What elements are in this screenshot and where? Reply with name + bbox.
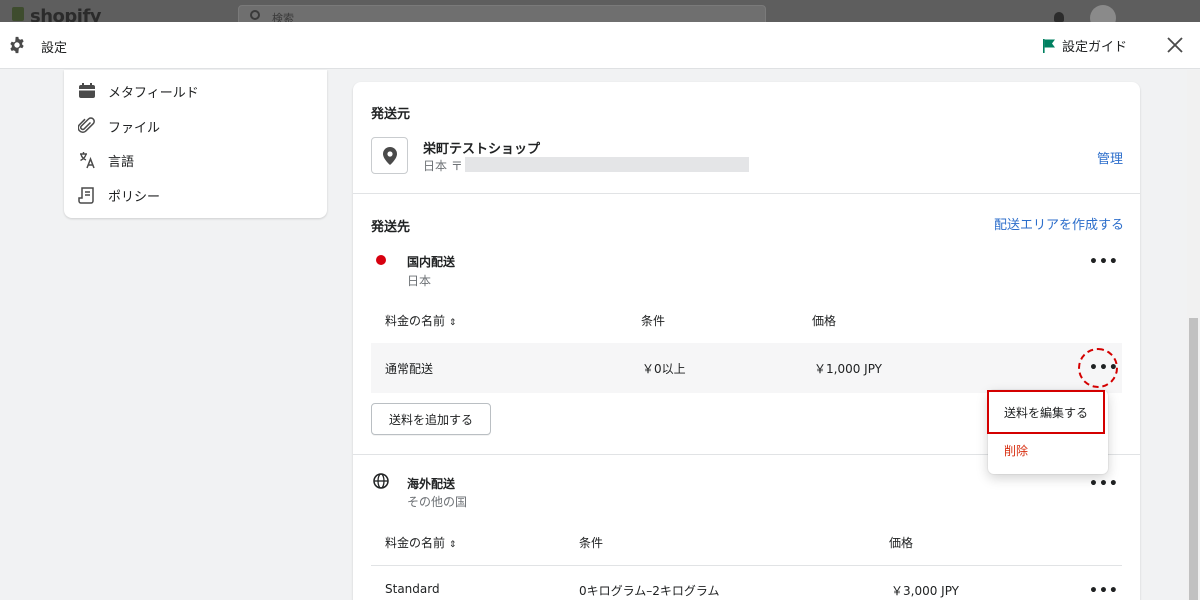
destination-title: 発送先 xyxy=(371,220,411,235)
close-icon[interactable] xyxy=(1164,34,1186,56)
policy-icon xyxy=(78,186,96,204)
paperclip-icon xyxy=(78,117,96,135)
translate-icon xyxy=(78,151,96,169)
sidebar-item-languages[interactable]: 言語 xyxy=(78,149,134,171)
sidebar-item-label: ファイル xyxy=(108,120,161,136)
rate-condition: ￥0以上 xyxy=(642,362,686,376)
sidebar-item-policies[interactable]: ポリシー xyxy=(78,184,160,206)
shopify-logo: shopify xyxy=(30,6,102,22)
condition-header: 条件 xyxy=(641,314,666,328)
zone-name: 海外配送 xyxy=(407,477,456,491)
shopify-bag-icon xyxy=(12,7,24,21)
rate-price: ￥3,000 JPY xyxy=(891,584,960,598)
flag-icon xyxy=(1043,38,1055,53)
location-address: 日本 〒 xyxy=(423,159,463,173)
delete-rate-menu-item[interactable]: 削除 xyxy=(1004,442,1028,459)
shipping-profile-card: 発送元 栄町テストショップ 日本 〒 管理 発送先 配送エリアを作成する 国内配… xyxy=(353,82,1140,600)
highlight-circle xyxy=(1078,348,1118,388)
rate-name: 通常配送 xyxy=(385,362,434,376)
divider xyxy=(353,193,1140,194)
settings-header: 設定 設定ガイド xyxy=(0,22,1200,69)
setup-guide-button[interactable]: 設定ガイド xyxy=(1042,36,1127,55)
location-pin-icon xyxy=(371,137,408,174)
gear-icon xyxy=(10,36,24,54)
sidebar-item-label: ポリシー xyxy=(108,189,161,205)
rate-name-header[interactable]: 料金の名前 ⇕ xyxy=(385,312,456,329)
search-placeholder: 検索 xyxy=(272,12,294,22)
price-header: 価格 xyxy=(812,314,837,328)
add-rate-button[interactable]: 送料を追加する xyxy=(371,403,491,435)
divider xyxy=(371,565,1122,566)
metafield-icon xyxy=(78,82,96,100)
rate-more-icon[interactable]: ••• xyxy=(1089,584,1118,599)
sidebar-item-metafields[interactable]: メタフィールド xyxy=(78,80,199,102)
rate-price: ￥1,000 JPY xyxy=(814,362,883,376)
settings-sidebar: メタフィールド ファイル 言語 ポリシー xyxy=(64,70,327,218)
page-title: 設定 xyxy=(41,41,68,56)
redacted-address xyxy=(465,157,749,172)
globe-icon xyxy=(373,473,389,489)
search-icon xyxy=(250,10,260,20)
location-name: 栄町テストショップ xyxy=(423,142,541,157)
avatar[interactable] xyxy=(1090,5,1116,22)
scrollbar-thumb[interactable] xyxy=(1189,318,1198,600)
zone-more-icon[interactable]: ••• xyxy=(1089,477,1118,492)
rate-name: Standard xyxy=(385,582,440,596)
setup-guide-label: 設定ガイド xyxy=(1062,40,1128,55)
rate-condition: 0キログラム–2キログラム xyxy=(579,584,720,598)
origin-title: 発送元 xyxy=(371,107,411,122)
sidebar-item-label: 言語 xyxy=(108,154,135,170)
price-header: 価格 xyxy=(889,536,914,550)
create-zone-link[interactable]: 配送エリアを作成する xyxy=(994,214,1124,233)
zone-more-icon[interactable]: ••• xyxy=(1089,255,1118,270)
admin-topbar: shopify 検索 xyxy=(0,0,1200,22)
sort-icon: ⇕ xyxy=(448,540,457,550)
manage-link[interactable]: 管理 xyxy=(1097,148,1123,167)
rate-name-header[interactable]: 料金の名前 ⇕ xyxy=(385,534,456,551)
highlight-box xyxy=(987,390,1105,434)
notification-icon[interactable] xyxy=(1054,12,1064,22)
zone-name: 国内配送 xyxy=(407,255,456,269)
zone-region: その他の国 xyxy=(407,495,468,509)
search-input[interactable] xyxy=(238,5,766,22)
zone-region: 日本 xyxy=(407,274,432,288)
table-row xyxy=(371,343,1122,393)
sidebar-item-label: メタフィールド xyxy=(108,85,199,101)
sidebar-item-files[interactable]: ファイル xyxy=(78,115,160,137)
sort-icon: ⇕ xyxy=(448,318,457,328)
japan-flag-icon xyxy=(376,255,386,265)
condition-header: 条件 xyxy=(579,536,604,550)
